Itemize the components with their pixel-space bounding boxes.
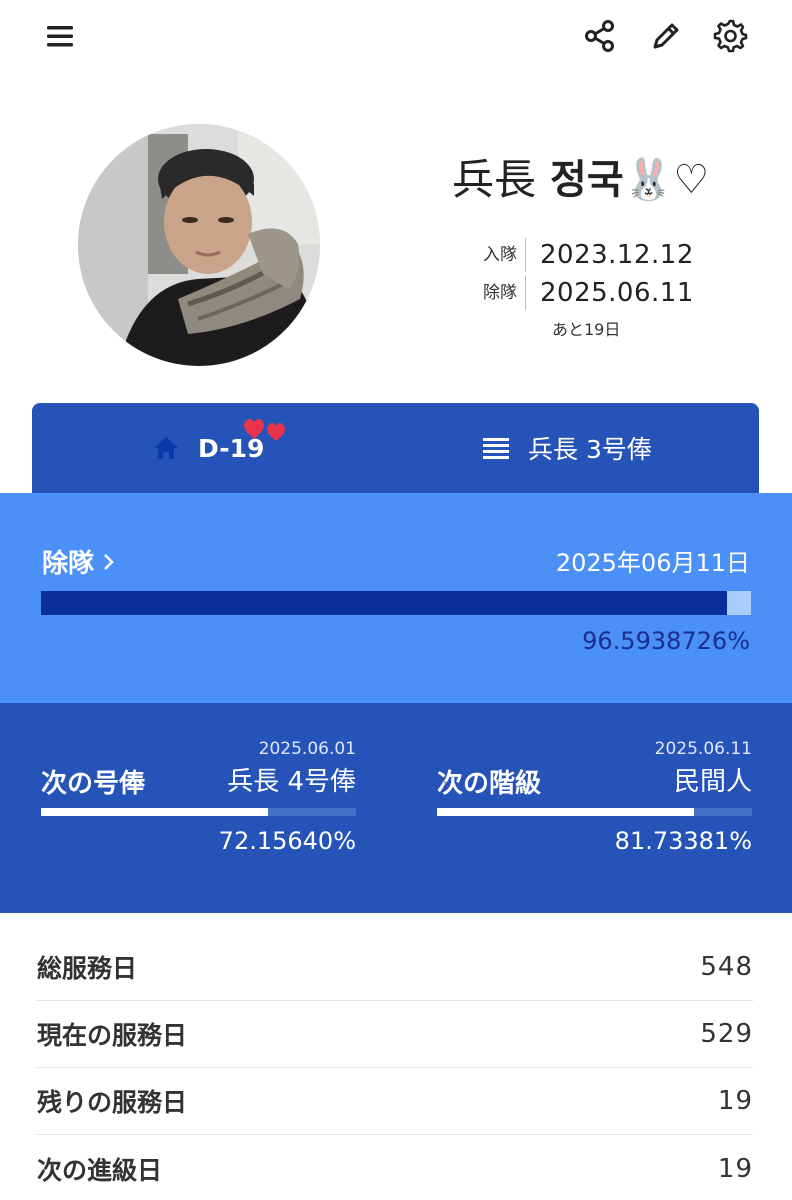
- discharge-progress-bar: [41, 591, 751, 615]
- discharge-progress-date: 2025年06月11日: [555, 549, 750, 577]
- next-pay-target: 兵長 4号俸: [227, 767, 356, 797]
- service-stats-list: 総服務日 548 現在の服務日 529 残りの服務日 19 次の進級日 19: [37, 934, 753, 1200]
- discharge-progress-fill: [41, 591, 727, 615]
- home-icon: [154, 437, 178, 459]
- enlist-row: 入隊 2023.12.12: [480, 236, 780, 274]
- tab-rank-label: 兵長 3号俸: [528, 435, 652, 464]
- next-rank-date: 2025.06.11: [654, 739, 752, 759]
- next-milestones-panel: 2025.06.01 次の号俸 兵長 4号俸 72.15640% 2025.06…: [0, 703, 792, 913]
- tab-rank[interactable]: 兵長 3号俸: [482, 403, 652, 493]
- enlist-label: 入隊: [480, 238, 526, 272]
- discharge-progress-title: 除隊: [42, 549, 95, 579]
- discharge-progress-percent: 96.5938726%: [582, 627, 750, 655]
- next-pay-percent: 72.15640%: [218, 827, 356, 855]
- discharge-label: 除隊: [480, 276, 526, 310]
- edit-pencil-icon[interactable]: [642, 12, 690, 60]
- enlist-date: 2023.12.12: [540, 240, 694, 270]
- stat-label: 現在の服務日: [37, 1021, 188, 1050]
- next-rank-fill: [437, 808, 695, 816]
- share-icon[interactable]: [576, 12, 624, 60]
- chevron-right-icon: [104, 553, 114, 570]
- list-icon: [483, 438, 509, 459]
- next-rank-block[interactable]: 2025.06.11 次の階級 民間人 81.73381%: [437, 703, 752, 913]
- stat-label: 総服務日: [37, 954, 138, 983]
- profile-name: 兵長 정국🐰♡: [452, 146, 772, 206]
- stat-row-next-promotion: 次の進級日 19: [37, 1135, 753, 1200]
- settings-gear-icon[interactable]: [706, 12, 754, 60]
- profile-nickname: 정국🐰♡: [550, 157, 710, 203]
- stat-label: 残りの服務日: [37, 1088, 188, 1117]
- next-pay-fill: [41, 808, 269, 816]
- stat-value: 19: [717, 1153, 753, 1184]
- profile-rank: 兵長: [452, 154, 537, 204]
- hearts-decoration: [244, 419, 286, 441]
- next-rank-title: 次の階級: [437, 769, 542, 799]
- stat-row-total: 総服務日 548: [37, 934, 753, 1001]
- next-pay-bar: [41, 808, 356, 816]
- service-dates: 入隊 2023.12.12 除隊 2025.06.11: [480, 236, 780, 312]
- discharge-date: 2025.06.11: [540, 278, 694, 308]
- stat-value: 529: [700, 1019, 753, 1049]
- discharge-progress-panel: 除隊 2025年06月11日 96.5938726%: [0, 493, 792, 703]
- next-rank-bar: [437, 808, 752, 816]
- tab-bar: D-19 兵長 3号俸: [32, 403, 759, 493]
- remaining-days-text: あと19日: [552, 320, 621, 339]
- profile-photo: [78, 124, 320, 366]
- top-bar: [0, 0, 792, 80]
- stat-value: 19: [717, 1086, 753, 1116]
- stat-row-current: 現在の服務日 529: [37, 1001, 753, 1068]
- profile-avatar[interactable]: [78, 124, 320, 366]
- menu-icon[interactable]: [36, 12, 84, 60]
- discharge-progress-link[interactable]: 除隊: [42, 543, 118, 580]
- next-pay-title: 次の号俸: [41, 769, 146, 799]
- stat-label: 次の進級日: [37, 1155, 163, 1185]
- next-rank-percent: 81.73381%: [614, 827, 752, 855]
- next-pay-date: 2025.06.01: [258, 739, 356, 759]
- discharge-row: 除隊 2025.06.11: [480, 274, 780, 312]
- next-rank-target: 民間人: [673, 767, 752, 797]
- stat-row-remaining: 残りの服務日 19: [37, 1068, 753, 1135]
- stat-value: 548: [700, 952, 753, 982]
- next-pay-block[interactable]: 2025.06.01 次の号俸 兵長 4号俸 72.15640%: [41, 703, 356, 913]
